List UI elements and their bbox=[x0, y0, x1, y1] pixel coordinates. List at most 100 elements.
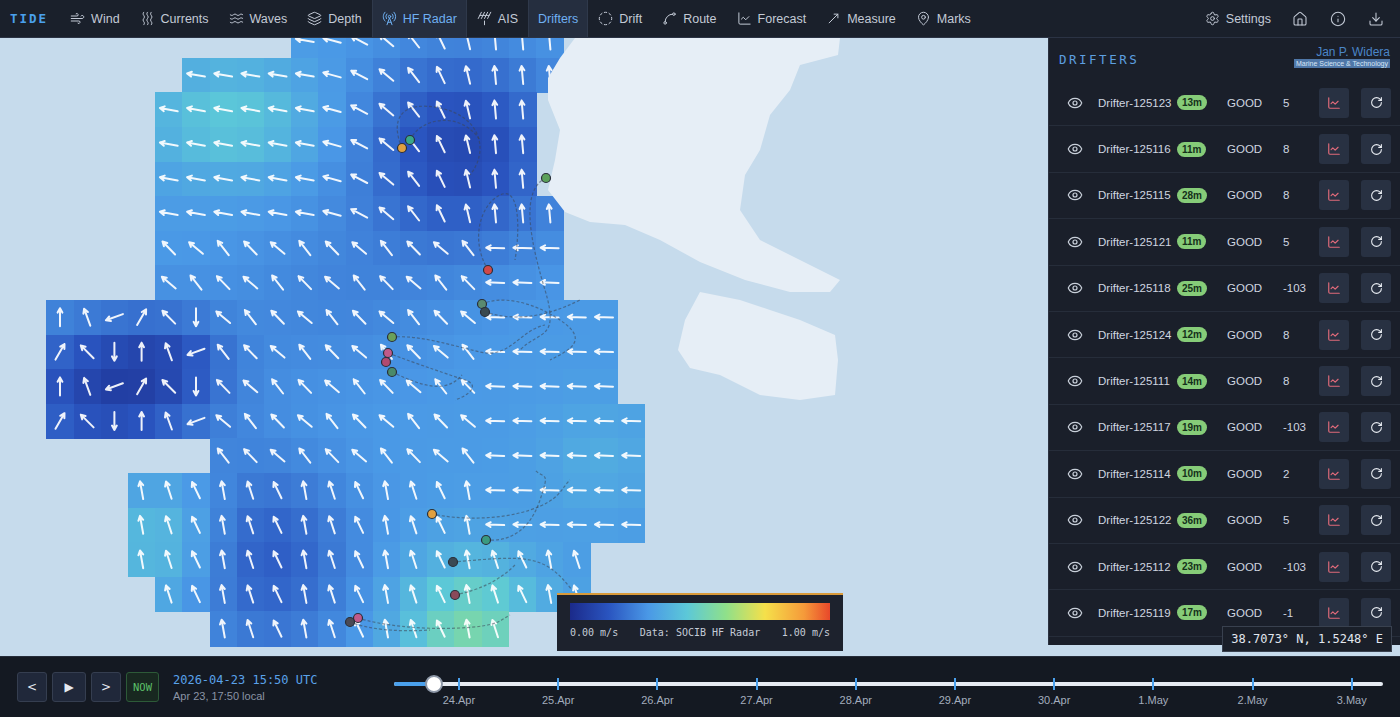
refresh-button[interactable] bbox=[1361, 366, 1391, 396]
refresh-button[interactable] bbox=[1361, 552, 1391, 582]
refresh-button[interactable] bbox=[1361, 88, 1391, 118]
eye-icon[interactable] bbox=[1067, 605, 1083, 621]
drifter-row[interactable]: Drifter-12511825mGOOD-103 bbox=[1049, 266, 1400, 312]
eye-icon[interactable] bbox=[1067, 512, 1083, 528]
drifter-marker[interactable] bbox=[388, 333, 397, 342]
nav-tab[interactable]: AIS bbox=[467, 0, 528, 37]
drifter-row[interactable]: Drifter-12512236mGOOD5 bbox=[1049, 498, 1400, 544]
drifter-row[interactable]: Drifter-12511528mGOOD8 bbox=[1049, 173, 1400, 219]
map[interactable]: 0.00 m/sData: SOCIB HF Radar1.00 m/s bbox=[0, 38, 1048, 656]
eye-icon[interactable] bbox=[1067, 419, 1083, 435]
settings-button[interactable]: Settings bbox=[1195, 0, 1281, 37]
radar-cell bbox=[454, 265, 482, 300]
legend-max: 1.00 m/s bbox=[782, 627, 830, 638]
drifter-row[interactable]: Drifter-12512111mGOOD5 bbox=[1049, 219, 1400, 265]
drifter-row[interactable]: Drifter-12512313mGOOD5 bbox=[1049, 80, 1400, 126]
chart-button[interactable] bbox=[1319, 134, 1349, 164]
nav-tab[interactable]: Drift bbox=[588, 0, 652, 37]
eye-icon[interactable] bbox=[1067, 559, 1083, 575]
main-area: 0.00 m/sData: SOCIB HF Radar1.00 m/sDRIF… bbox=[0, 38, 1400, 656]
time-slider[interactable]: 24.Apr25.Apr26.Apr27.Apr28.Apr29.Apr30.A… bbox=[394, 657, 1383, 717]
nav-tab[interactable]: Forecast bbox=[727, 0, 817, 37]
refresh-button[interactable] bbox=[1361, 598, 1391, 628]
drifter-row[interactable]: Drifter-12511611mGOOD8 bbox=[1049, 126, 1400, 172]
eye-icon[interactable] bbox=[1067, 327, 1083, 343]
nav-tab[interactable]: Currents bbox=[130, 0, 219, 37]
drifter-row[interactable]: Drifter-12511223mGOOD-103 bbox=[1049, 544, 1400, 590]
nav-tab[interactable]: Marks bbox=[906, 0, 981, 37]
eye-icon[interactable] bbox=[1067, 373, 1083, 389]
refresh-button[interactable] bbox=[1361, 320, 1391, 350]
current-arrow bbox=[81, 415, 94, 428]
eye-icon[interactable] bbox=[1067, 187, 1083, 203]
home-button[interactable] bbox=[1281, 0, 1319, 37]
nav-tab-label: Route bbox=[683, 12, 716, 26]
slider-track[interactable] bbox=[394, 682, 1383, 686]
drifter-marker[interactable] bbox=[398, 144, 407, 153]
eye-icon[interactable] bbox=[1067, 466, 1083, 482]
refresh-button[interactable] bbox=[1361, 505, 1391, 535]
current-arrow bbox=[434, 346, 448, 358]
refresh-icon bbox=[1370, 606, 1383, 619]
drifter-marker[interactable] bbox=[449, 558, 458, 567]
drifter-marker[interactable] bbox=[542, 174, 551, 183]
drifter-marker[interactable] bbox=[451, 591, 460, 600]
drifter-marker[interactable] bbox=[384, 349, 393, 358]
info-button[interactable] bbox=[1319, 0, 1357, 37]
chart-button[interactable] bbox=[1319, 180, 1349, 210]
eye-icon[interactable] bbox=[1067, 280, 1083, 296]
current-arrow bbox=[380, 208, 394, 220]
download-button[interactable] bbox=[1357, 0, 1395, 37]
chart-button[interactable] bbox=[1319, 598, 1349, 628]
chart-button[interactable] bbox=[1319, 552, 1349, 582]
refresh-button[interactable] bbox=[1361, 227, 1391, 257]
nav-tab[interactable]: Drifters bbox=[528, 0, 588, 37]
drifter-row[interactable]: Drifter-12511719mGOOD-103 bbox=[1049, 405, 1400, 451]
refresh-button[interactable] bbox=[1361, 459, 1391, 489]
radar-cell bbox=[155, 577, 183, 612]
current-arrow bbox=[323, 210, 340, 216]
eye-icon[interactable] bbox=[1067, 95, 1083, 111]
nav-tab[interactable]: Wind bbox=[60, 0, 129, 37]
previous-button[interactable]: < bbox=[17, 672, 47, 702]
refresh-button[interactable] bbox=[1361, 412, 1391, 442]
drifter-row[interactable]: Drifter-12511114mGOOD8 bbox=[1049, 358, 1400, 404]
next-button[interactable]: > bbox=[91, 672, 121, 702]
drifter-marker[interactable] bbox=[406, 136, 415, 145]
radar-cell bbox=[210, 404, 238, 439]
chart-button[interactable] bbox=[1319, 88, 1349, 118]
eye-icon[interactable] bbox=[1067, 141, 1083, 157]
drifter-marker[interactable] bbox=[484, 266, 493, 275]
nav-tab[interactable]: HF Radar bbox=[372, 0, 467, 37]
chart-button[interactable] bbox=[1319, 459, 1349, 489]
drifter-marker[interactable] bbox=[388, 368, 397, 377]
chart-button[interactable] bbox=[1319, 505, 1349, 535]
drifter-marker[interactable] bbox=[346, 618, 355, 627]
eye-icon[interactable] bbox=[1067, 234, 1083, 250]
drifter-marker[interactable] bbox=[482, 536, 491, 545]
current-arrow bbox=[568, 522, 586, 527]
tick-label: 28.Apr bbox=[840, 694, 872, 706]
chart-button[interactable] bbox=[1319, 227, 1349, 257]
nav-tab[interactable]: Route bbox=[652, 0, 726, 37]
nav-tab[interactable]: Waves bbox=[219, 0, 298, 37]
chart-button[interactable] bbox=[1319, 412, 1349, 442]
drifter-marker[interactable] bbox=[428, 510, 437, 519]
play-button[interactable]: ▶ bbox=[52, 672, 86, 702]
chart-button[interactable] bbox=[1319, 320, 1349, 350]
app-logo[interactable]: TIDE bbox=[10, 0, 48, 37]
now-button[interactable]: NOW bbox=[126, 672, 159, 702]
drifter-marker[interactable] bbox=[481, 308, 490, 317]
drifter-row[interactable]: Drifter-12512412mGOOD8 bbox=[1049, 312, 1400, 358]
drifter-marker[interactable] bbox=[382, 358, 391, 367]
nav-tab[interactable]: Measure bbox=[816, 0, 906, 37]
chart-button[interactable] bbox=[1319, 366, 1349, 396]
refresh-button[interactable] bbox=[1361, 134, 1391, 164]
refresh-button[interactable] bbox=[1361, 180, 1391, 210]
drifter-row[interactable]: Drifter-12511410mGOOD2 bbox=[1049, 451, 1400, 497]
radar-cell bbox=[237, 369, 265, 404]
refresh-button[interactable] bbox=[1361, 273, 1391, 303]
chart-button[interactable] bbox=[1319, 273, 1349, 303]
slider-knob[interactable] bbox=[425, 675, 443, 693]
nav-tab[interactable]: Depth bbox=[297, 0, 371, 37]
